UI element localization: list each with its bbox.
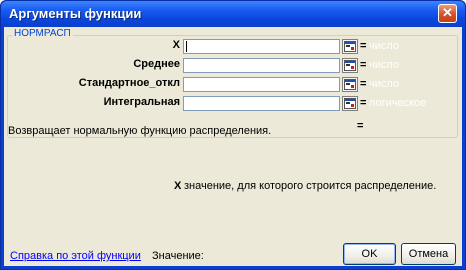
collapse-dialog-icon xyxy=(344,79,356,90)
cancel-button[interactable]: Отмена xyxy=(401,243,456,265)
arg-label-stddev: Стандартное_откл xyxy=(78,77,180,89)
arg-result-hint-x: число xyxy=(369,40,400,52)
arg-input-x[interactable] xyxy=(183,39,340,54)
arg-result-eq-x: = xyxy=(360,40,367,52)
text-cursor xyxy=(186,41,187,52)
collapse-dialog-icon xyxy=(344,98,356,109)
arg-input-mean[interactable] xyxy=(183,58,340,73)
arg-result-eq-mean: = xyxy=(360,59,367,71)
collapse-dialog-icon xyxy=(344,41,356,52)
window-title: Аргументы функции xyxy=(9,6,142,21)
collapse-button-x[interactable] xyxy=(342,39,358,54)
dialog-body: НОРМРАСП X = число Среднее = число Станд… xyxy=(4,27,462,266)
function-description: Возвращает нормальную функцию распределе… xyxy=(8,125,272,137)
collapse-button-mean[interactable] xyxy=(342,58,358,73)
function-result-eq: = xyxy=(357,120,364,132)
arg-input-stddev[interactable] xyxy=(183,77,340,92)
collapse-button-cumulative[interactable] xyxy=(342,96,358,111)
help-link[interactable]: Справка по этой функции xyxy=(10,250,141,262)
selected-argument-description: значение, для которого строится распреде… xyxy=(184,180,437,192)
arg-label-cumulative: Интегральная xyxy=(103,96,180,108)
function-name: НОРМРАСП xyxy=(12,28,73,39)
arguments-group: НОРМРАСП X = число Среднее = число Станд… xyxy=(7,28,458,138)
arg-input-cumulative[interactable] xyxy=(183,96,340,111)
title-bar[interactable]: Аргументы функции ✕ xyxy=(1,1,465,27)
arg-result-eq-cumulative: = xyxy=(360,97,367,109)
dialog-window: Аргументы функции ✕ НОРМРАСП X = число С… xyxy=(0,0,466,270)
close-button[interactable]: ✕ xyxy=(438,4,457,23)
selected-argument-name: X xyxy=(174,180,182,192)
arg-result-eq-stddev: = xyxy=(360,78,367,90)
ok-button[interactable]: OK xyxy=(343,243,396,265)
close-icon: ✕ xyxy=(442,5,453,20)
arg-label-x: X xyxy=(172,39,180,51)
arg-result-hint-cumulative: логическое xyxy=(369,97,427,109)
arg-label-mean: Среднее xyxy=(133,58,180,70)
arg-result-hint-mean: число xyxy=(369,59,400,71)
collapse-dialog-icon xyxy=(344,60,356,71)
value-label: Значение: xyxy=(152,250,204,262)
arg-result-hint-stddev: число xyxy=(369,78,400,90)
collapse-button-stddev[interactable] xyxy=(342,77,358,92)
